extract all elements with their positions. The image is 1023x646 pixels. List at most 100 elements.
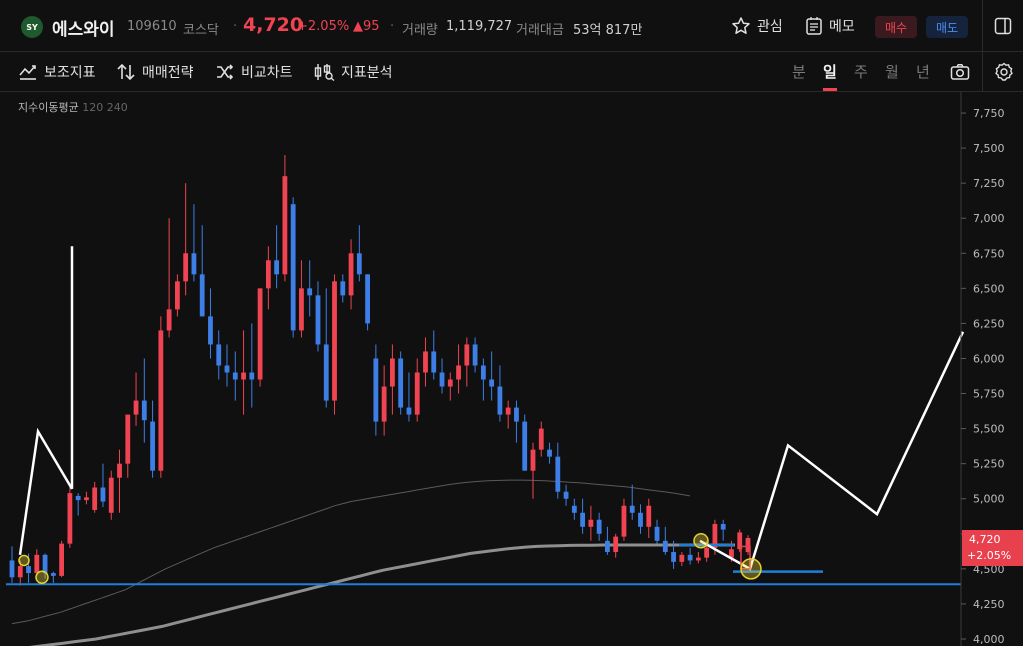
ma-120-line: [11, 479, 691, 625]
candle-body: [290, 204, 296, 331]
memo-button[interactable]: 메모: [805, 16, 855, 36]
candle-body: [183, 253, 189, 282]
candle-body: [464, 344, 470, 366]
candle-body: [489, 379, 495, 387]
candle-body: [439, 372, 445, 387]
candle-body: [150, 421, 155, 471]
candle-body: [679, 554, 685, 562]
candle-body: [274, 260, 280, 275]
current-price-tag: 4,720 +2.05%: [962, 530, 1023, 567]
candle-body: [605, 540, 610, 553]
up-down-arrows-icon: [117, 63, 135, 81]
price-tick-label: 6,750: [973, 247, 1005, 260]
candle-body: [307, 288, 313, 296]
candle-body: [571, 505, 577, 513]
sell-button[interactable]: 매도: [926, 16, 968, 38]
candle-body: [133, 400, 139, 415]
period-year[interactable]: 년: [916, 61, 930, 82]
candle-body: [224, 365, 230, 373]
period-day[interactable]: 일: [823, 61, 837, 82]
indicators-button[interactable]: 보조지표: [18, 62, 96, 82]
candle-body: [92, 487, 98, 510]
candle-body: [530, 449, 536, 471]
candle-body: [480, 365, 486, 380]
candle-body: [671, 552, 676, 562]
compare-button[interactable]: 비교차트: [215, 62, 293, 82]
candle-analysis-icon: [314, 64, 335, 81]
current-price: 4,720: [243, 14, 304, 36]
candle-body: [59, 543, 65, 576]
change-amount: ▲95: [353, 19, 380, 34]
company-logo: SY: [21, 16, 43, 38]
buy-button[interactable]: 매수: [875, 16, 917, 38]
candle-body: [166, 309, 172, 331]
side-panel-toggle-icon[interactable]: [994, 17, 1012, 35]
strategy-button[interactable]: 매매전략: [116, 62, 194, 82]
candle-body: [580, 512, 586, 527]
marker-circle: [693, 533, 709, 549]
candle-body: [174, 281, 180, 310]
candle-body: [100, 487, 106, 502]
candle-body: [332, 281, 337, 401]
gear-icon[interactable]: [994, 62, 1014, 82]
candle-body: [373, 358, 379, 422]
candle-body: [365, 274, 370, 324]
ma-240-line: [29, 543, 735, 646]
stock-header: SY 에스와이 109610 코스닥 · 4,720 +2.05% ▲95 · …: [0, 0, 1023, 52]
stock-name[interactable]: 에스와이: [52, 15, 115, 40]
candle-body: [398, 358, 404, 408]
divider: [982, 52, 983, 92]
price-chart[interactable]: 7,750 7,500 7,250 7,000 6,750 6,500 6,250 6,000…: [0, 92, 1023, 646]
indicator-chart-icon: [19, 65, 36, 80]
candle-body: [232, 372, 238, 380]
favorite-button[interactable]: 관심: [731, 16, 783, 36]
period-minute[interactable]: 분: [792, 61, 806, 82]
period-month[interactable]: 월: [885, 61, 899, 82]
candle-body: [299, 288, 304, 331]
candle-body: [199, 274, 205, 317]
analysis-label: 지표분석: [341, 65, 393, 81]
candle-body: [249, 372, 255, 380]
marker-circle: [18, 554, 30, 567]
candle-body: [340, 281, 346, 296]
candle-body: [621, 505, 627, 537]
candle-body: [216, 344, 222, 366]
candle-body: [431, 351, 437, 373]
volume-value: 1,119,727: [446, 19, 513, 34]
candle-body: [9, 560, 15, 578]
moving-averages: [11, 479, 735, 646]
candle-body: [84, 497, 89, 501]
price-tick-label: 6,000: [973, 352, 1005, 365]
candle-body: [695, 557, 701, 561]
candle-body: [662, 540, 668, 553]
candle-body: [423, 351, 428, 373]
candle-body: [348, 253, 354, 296]
shuffle-icon: [217, 64, 234, 80]
candle-body: [414, 372, 420, 415]
marker-circle: [740, 558, 762, 580]
candle-body: [17, 566, 23, 578]
candle-body: [141, 400, 147, 421]
volume-label: 거래량: [402, 23, 438, 38]
candle-body: [108, 477, 114, 513]
candle-body: [208, 316, 213, 345]
period-week[interactable]: 주: [854, 61, 868, 82]
star-icon: [732, 17, 750, 34]
candle-body: [125, 414, 131, 464]
price-tick-label: 6,250: [973, 317, 1005, 330]
camera-icon[interactable]: [950, 62, 970, 82]
chart-toolbar: 보조지표 매매전략 비교차트 지표분석 분 일 주 월 년: [0, 52, 1023, 92]
candle-body: [117, 463, 122, 478]
candle-body: [323, 344, 329, 401]
marker-circle: [35, 570, 49, 585]
trade-amount-label: 거래대금: [516, 23, 564, 38]
price-tick-label: 4,250: [973, 598, 1005, 611]
analysis-button[interactable]: 지표분석: [313, 62, 393, 82]
memo-label: 메모: [829, 19, 855, 35]
candle-body: [265, 260, 271, 289]
candle-body: [75, 495, 81, 501]
price-tick-label: 5,000: [973, 493, 1005, 506]
separator: ·: [390, 19, 395, 34]
price-tick-label: 6,500: [973, 282, 1005, 295]
candle-body: [34, 554, 40, 574]
